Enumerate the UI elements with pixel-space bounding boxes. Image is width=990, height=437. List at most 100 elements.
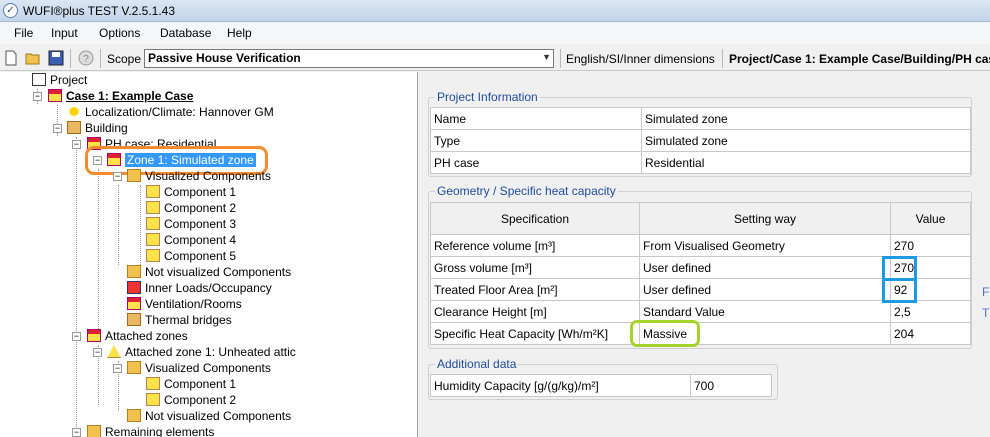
- row-label: Clearance Height [m]: [430, 300, 640, 323]
- menu-bar: File Input Options Database Help: [0, 23, 990, 44]
- menu-file[interactable]: File: [14, 26, 33, 40]
- setting-way-cell[interactable]: User defined: [639, 256, 891, 279]
- component-icon: [146, 201, 160, 214]
- row-label: Reference volume [m³]: [430, 234, 640, 257]
- tree-item-localization[interactable]: Localization/Climate: Hannover GM: [67, 104, 274, 120]
- component-icon: [146, 249, 160, 262]
- value-cell[interactable]: 2,5: [890, 300, 971, 323]
- side-label: Th: [982, 306, 990, 320]
- column-header: Specification: [430, 202, 640, 235]
- setting-way-cell[interactable]: User defined: [639, 278, 891, 301]
- folder-icon: [127, 409, 141, 422]
- app-icon: ✓: [3, 3, 18, 18]
- collapse-toggle[interactable]: −: [72, 140, 81, 149]
- tree-item-ventilation[interactable]: Ventilation/Rooms: [127, 296, 242, 312]
- collapse-toggle[interactable]: −: [113, 172, 122, 181]
- table-row: Clearance Height [m] Standard Value 2,5: [430, 300, 971, 323]
- attic-icon: [107, 345, 121, 358]
- loads-icon: [127, 281, 141, 294]
- toolbar-separator: [100, 49, 101, 68]
- component-icon: [146, 377, 160, 390]
- svg-text:?: ?: [83, 54, 89, 65]
- tree-item-component[interactable]: Component 2: [146, 200, 236, 216]
- collapse-toggle[interactable]: −: [33, 92, 42, 101]
- tree-item-project[interactable]: Project: [32, 72, 87, 88]
- project-info-table: Name Simulated zone Type Simulated zone PH…: [430, 107, 971, 174]
- column-header: Value: [890, 202, 971, 235]
- tree-item-not-visualized[interactable]: Not visualized Components: [127, 408, 291, 424]
- table-header-row: Specification Setting way Value: [430, 202, 971, 235]
- chevron-down-icon: ▼: [542, 52, 551, 62]
- house-icon: [48, 89, 62, 102]
- ph-case-field[interactable]: Residential: [641, 151, 971, 174]
- collapse-toggle[interactable]: −: [53, 124, 62, 133]
- collapse-toggle[interactable]: −: [72, 332, 81, 341]
- floor-area-highlight: [882, 278, 917, 303]
- project-tree: Project − Case 1: Example Case Localizat…: [0, 72, 418, 437]
- folder-icon: [87, 425, 101, 437]
- scope-value: Passive House Verification: [148, 51, 301, 65]
- setting-way-cell[interactable]: From Visualised Geometry: [639, 234, 891, 257]
- group-title: Geometry / Specific heat capacity: [435, 184, 618, 198]
- toolbar: ? Scope Passive House Verification ▼ Eng…: [0, 46, 990, 71]
- tree-item-component[interactable]: Component 2: [146, 392, 236, 408]
- tree-item-component[interactable]: Component 3: [146, 216, 236, 232]
- humidity-capacity-field[interactable]: 700: [690, 374, 772, 397]
- units-label: English/SI/Inner dimensions: [566, 52, 715, 66]
- menu-help[interactable]: Help: [227, 26, 252, 40]
- tree-item-case[interactable]: Case 1: Example Case: [48, 88, 193, 104]
- menu-input[interactable]: Input: [51, 26, 78, 40]
- tree-item-remaining[interactable]: Remaining elements: [87, 424, 214, 437]
- tree-item-inner-loads[interactable]: Inner Loads/Occupancy: [127, 280, 272, 296]
- tree-item-thermal-bridges[interactable]: Thermal bridges: [127, 312, 232, 328]
- project-icon: [32, 73, 46, 86]
- collapse-toggle[interactable]: −: [93, 348, 102, 357]
- type-field[interactable]: Simulated zone: [641, 129, 971, 152]
- tree-item-visualized-components[interactable]: Visualized Components: [127, 168, 271, 184]
- tree-item-attached-zone[interactable]: Attached zone 1: Unheated attic: [107, 344, 296, 360]
- value-cell[interactable]: 270: [890, 234, 971, 257]
- folder-icon: [127, 169, 141, 182]
- ventilation-icon: [127, 297, 141, 310]
- house-icon: [87, 329, 101, 342]
- group-title: Additional data: [435, 357, 519, 371]
- table-row: Type Simulated zone: [430, 129, 971, 152]
- table-row: PH case Residential: [430, 151, 971, 174]
- scope-dropdown[interactable]: Passive House Verification ▼: [144, 49, 554, 68]
- collapse-toggle[interactable]: −: [72, 428, 81, 437]
- toolbar-separator: [560, 49, 561, 68]
- tree-item-component[interactable]: Component 1: [146, 184, 236, 200]
- column-header: Setting way: [639, 202, 891, 235]
- row-label: Treated Floor Area [m²]: [430, 278, 640, 301]
- window-title: WUFI®plus TEST V.2.5.1.43: [23, 4, 176, 18]
- open-folder-icon[interactable]: [25, 50, 41, 66]
- collapse-toggle[interactable]: −: [113, 364, 122, 373]
- menu-options[interactable]: Options: [99, 26, 140, 40]
- tree-item-attached-zones[interactable]: Attached zones: [87, 328, 188, 344]
- value-cell[interactable]: 204: [890, 322, 971, 345]
- detail-panel: Project Information Name Simulated zone T…: [420, 72, 990, 437]
- building-icon: [67, 121, 81, 134]
- tree-item-component[interactable]: Component 5: [146, 248, 236, 264]
- sun-icon: [67, 105, 81, 118]
- tree-item-component[interactable]: Component 1: [146, 376, 236, 392]
- row-label: Name: [430, 107, 642, 130]
- table-row: Humidity Capacity [g/(g/kg)/m²] 700: [430, 374, 772, 397]
- table-row: Specific Heat Capacity [Wh/m²K] Massive 20…: [430, 322, 971, 345]
- row-label: Gross volume [m³]: [430, 256, 640, 279]
- toolbar-separator: [70, 49, 71, 68]
- menu-database[interactable]: Database: [160, 26, 211, 40]
- massive-highlight: [630, 320, 700, 347]
- new-file-icon[interactable]: [3, 50, 19, 66]
- tree-item-visualized-components[interactable]: Visualized Components: [127, 360, 271, 376]
- folder-icon: [127, 265, 141, 278]
- tree-item-not-visualized[interactable]: Not visualized Components: [127, 264, 291, 280]
- side-label: Fl: [982, 285, 990, 299]
- thermal-bridge-icon: [127, 313, 141, 326]
- name-field[interactable]: Simulated zone: [641, 107, 971, 130]
- save-icon[interactable]: [48, 50, 64, 66]
- tree-item-component[interactable]: Component 4: [146, 232, 236, 248]
- window-icon: [146, 233, 160, 246]
- tree-item-building[interactable]: Building: [67, 120, 128, 136]
- help-icon[interactable]: ?: [78, 50, 94, 66]
